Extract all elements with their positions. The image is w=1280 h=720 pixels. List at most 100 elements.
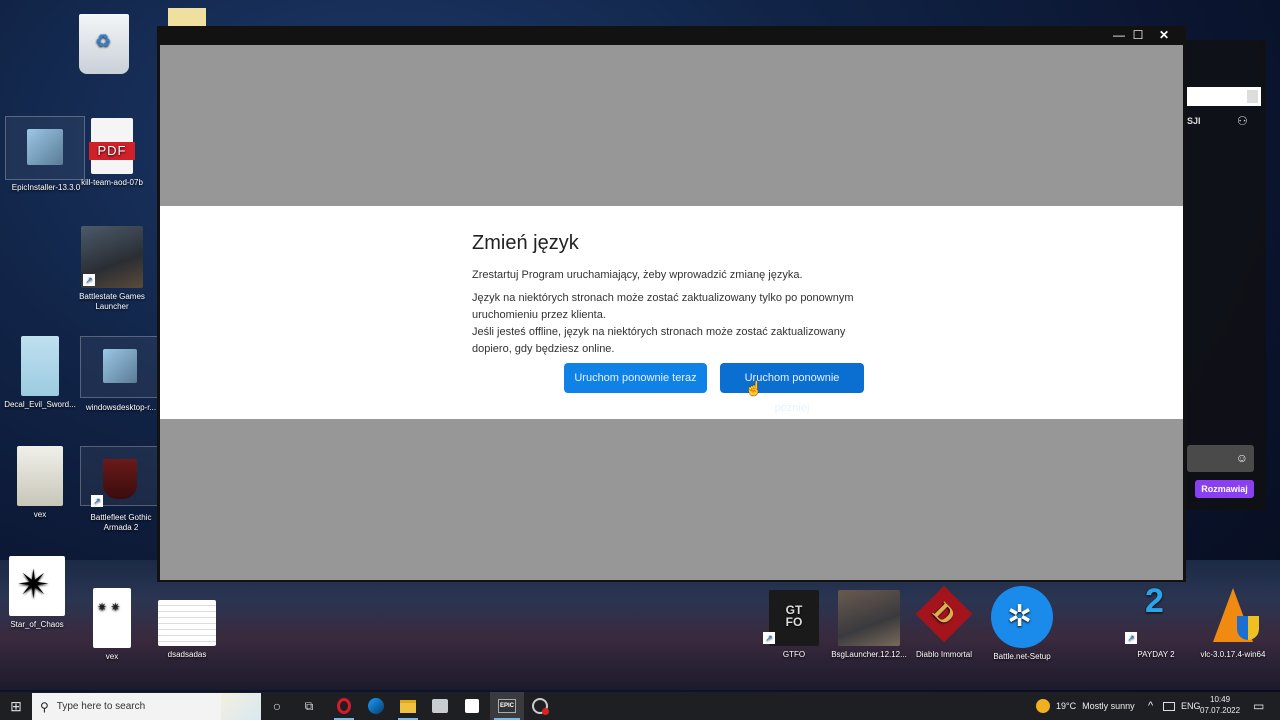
network-icon[interactable] [1163,692,1175,720]
payday-logo-text: 2 [1145,582,1164,620]
desktop-icon-battlestate-launcher[interactable]: ↗ Battlestate Games Launcher [72,226,152,312]
background-app-side-panel [1186,40,1266,510]
windows-logo-icon: ⊞ [10,697,22,714]
icon-label: PAYDAY 2 [1137,650,1175,659]
icon-label: Star_of_Chaos [10,620,64,629]
vlc-icon [1205,588,1261,646]
recorder-icon [532,698,549,715]
battlenet-icon: ✲ [991,586,1053,648]
taskbar-app-remote[interactable] [426,692,454,720]
icon-label: GTFO [782,650,806,659]
image-file-icon [21,336,59,396]
modal-overlay: Zmień język Zrestartuj Program uruchamia… [160,45,1183,580]
icon-label: Battle.net-Setup [993,652,1051,661]
gtfo-logo-text: GT FO [785,603,803,629]
search-highlight-illustration [221,693,261,720]
weather-widget[interactable]: 19°C Mostly sunny [1036,692,1135,720]
star-of-chaos-icon: ✴ [9,556,65,616]
icon-label: Diablo Immortal [915,650,972,659]
dialog-text-restart: Zrestartuj Program uruchamiający, żeby w… [472,269,803,281]
pdf-badge: PDF [89,142,135,160]
search-icon: ⚲ [40,699,49,714]
remote-desktop-icon [432,699,448,713]
shortcut-arrow-icon: ↗ [1125,632,1137,644]
desktop-icon-vex-gimp[interactable]: vex [0,446,80,520]
store-icon [465,699,479,713]
icon-label: vlc-3.0.17.4-win64 [1200,650,1266,659]
dialog-title: Zmień język [472,232,579,254]
emoji-icon[interactable]: ☺ [1236,451,1248,465]
search-button[interactable] [1247,90,1258,103]
desktop-icon-vex-image[interactable]: ✷ ✷ vex [72,588,152,662]
clock-time: 10:49 [1210,695,1231,704]
desktop-icon-star-of-chaos[interactable]: ✴ Star_of_Chaos [0,556,77,630]
taskbar-app-epic[interactable]: EPIC [490,692,524,720]
desktop-icon-battlefleet-gothic[interactable]: ↗ Battlefleet Gothic Armada 2 [80,446,160,532]
desktop-icon-vlc[interactable]: vlc-3.0.17.4-win64 [1193,588,1273,660]
desktop-icon-payday2[interactable]: 2 ↗ PAYDAY 2 [1116,582,1196,660]
desktop-icon-decal[interactable]: Decal_Evil_Sword... [0,336,80,410]
notification-center-button[interactable]: ▭ [1253,692,1264,720]
taskbar-app-steam[interactable] [362,692,390,720]
gtfo-icon: GT FO ↗ [763,590,819,646]
side-panel-search-input[interactable] [1187,87,1261,106]
desktop-icon-battlenet-setup[interactable]: ✲ Battle.net-Setup [982,586,1062,662]
close-button[interactable]: ✕ [1154,28,1174,44]
installer-icon [27,129,63,165]
clock-date: 07.07.2022 [1200,706,1241,715]
show-hidden-icons-button[interactable]: ^ [1148,692,1153,720]
battlestate-icon: ↗ [81,226,143,288]
desktop-icon-kill-team-pdf[interactable]: PDF kill-team-aod-07b [72,118,152,188]
title-bar[interactable]: — ☐ ✕ [157,26,1186,44]
icon-label: Battlestate Games Launcher [79,292,145,311]
cortana-button[interactable]: ○ [266,692,288,720]
recycle-bin-icon: ♻ [79,14,129,74]
friends-icon[interactable]: ⚇ [1237,114,1248,128]
icon-label: dsadsadas [167,650,207,659]
installer-icon [103,349,137,383]
task-view-button[interactable]: ⧉ [298,692,320,720]
search-placeholder: Type here to search [56,701,146,712]
taskbar-app-recorder[interactable] [526,692,554,720]
epic-launcher-window: — ☐ ✕ Zmień język Zrestartuj Program uru… [157,26,1186,582]
chat-input[interactable]: ☺ [1187,445,1254,472]
desktop-icon-windowsdesktop[interactable]: windowsdesktop-r... [80,336,160,412]
icon-label: vex [33,510,47,519]
dialog-text-offline: Jeśli jesteś offline, język na niektóryc… [472,326,846,355]
pdf-file-icon: PDF [89,118,135,174]
taskbar-app-opera[interactable] [330,692,358,720]
bsglauncher-icon [838,590,900,646]
change-language-dialog: Zmień język Zrestartuj Program uruchamia… [160,206,1183,419]
epic-games-icon: EPIC [497,699,516,713]
taskbar-app-file-explorer[interactable] [394,692,422,720]
taskbar-app-store[interactable] [458,692,486,720]
steam-icon [368,698,384,714]
clock[interactable]: 10:49 07.07.2022 [1200,694,1240,716]
weather-sun-icon [1036,699,1050,713]
start-button[interactable]: ⊞ [0,692,32,720]
task-view-icon: ⧉ [304,698,314,713]
gimp-file-icon [17,446,63,506]
notification-icon: ▭ [1253,699,1265,713]
desktop-icon-gtfo[interactable]: GT FO ↗ GTFO [754,590,834,660]
minimize-button[interactable]: — [1109,28,1129,44]
chat-button[interactable]: Rozmawiaj [1195,480,1254,498]
weather-description: Mostly sunny [1082,701,1135,711]
folder-icon [400,699,416,713]
opera-icon [337,698,351,714]
taskbar-search-box[interactable]: ⚲ Type here to search [32,693,261,720]
desktop-icon-recycle-bin[interactable]: ♻ [64,14,144,78]
icon-label: kill-team-aod-07b [81,178,143,187]
weather-temperature: 19°C [1056,701,1077,711]
desktop-icon-bsglauncher[interactable]: BsgLauncher.12.12... [829,590,909,660]
desktop-icon-diablo-immortal[interactable]: D Diablo Immortal [904,585,984,660]
maximize-button[interactable]: ☐ [1128,28,1148,44]
language-indicator[interactable]: ENG [1181,692,1201,720]
diablo-icon: D [915,585,973,646]
icon-label: Battlefleet Gothic Armada 2 [90,513,152,532]
restart-now-button[interactable]: Uruchom ponownie teraz [564,363,707,393]
desktop-icon-dsadsadas[interactable]: dsadsadas [147,600,227,660]
cortana-icon: ○ [272,698,282,714]
restart-later-button[interactable]: Uruchom ponownie później [720,363,864,414]
icon-label: vex [105,652,119,661]
